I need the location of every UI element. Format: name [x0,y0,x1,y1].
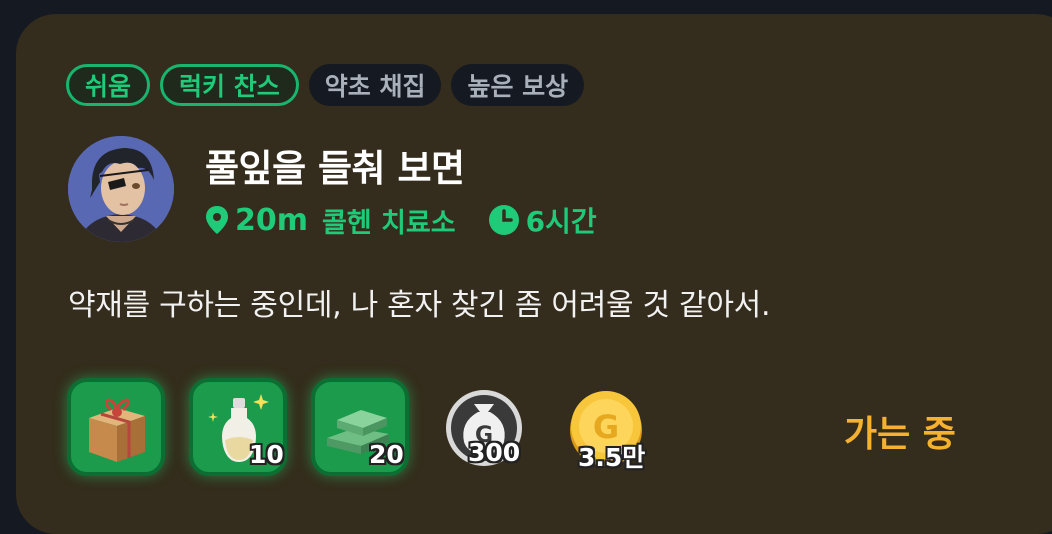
reward-money-quantity: 300 [468,438,521,467]
location-pin-icon [206,206,228,234]
quest-status[interactable]: 가는 중 [844,405,956,457]
quest-description: 약재를 구하는 중인데, 나 혼자 찾긴 좀 어려울 것 같아서. [68,288,771,323]
reward-potion[interactable]: 10 [189,378,287,476]
gift-box-icon [89,398,145,462]
quest-duration: 6시간 [525,205,597,238]
reward-herbs-quantity: 20 [369,440,404,469]
reward-gold-coin[interactable]: G 3.5만 [566,388,646,472]
tag-herb-gathering: 약초 채집 [308,64,442,106]
quest-tags: 쉬움 럭키 찬스 약초 채집 높은 보상 [66,64,585,106]
reward-money-bag[interactable]: G 300 [444,388,524,468]
npc-avatar [68,136,174,242]
clock-icon [488,205,519,235]
quest-meta: 20m 콜헨 치료소 6시간 [205,200,597,240]
reward-gold-quantity: 3.5만 [578,443,646,472]
quest-location: 콜헨 치료소 [322,207,456,239]
quest-distance: 20m [235,202,309,238]
tag-easy: 쉬움 [66,64,151,106]
tag-lucky-chance: 럭키 찬스 [160,64,299,106]
reward-gift-box[interactable] [67,378,165,476]
tag-high-reward: 높은 보상 [451,64,585,106]
reward-herbs[interactable]: 20 [311,378,409,476]
quest-title: 풀잎을 들춰 보면 [205,147,465,190]
reward-potion-quantity: 10 [249,440,284,469]
